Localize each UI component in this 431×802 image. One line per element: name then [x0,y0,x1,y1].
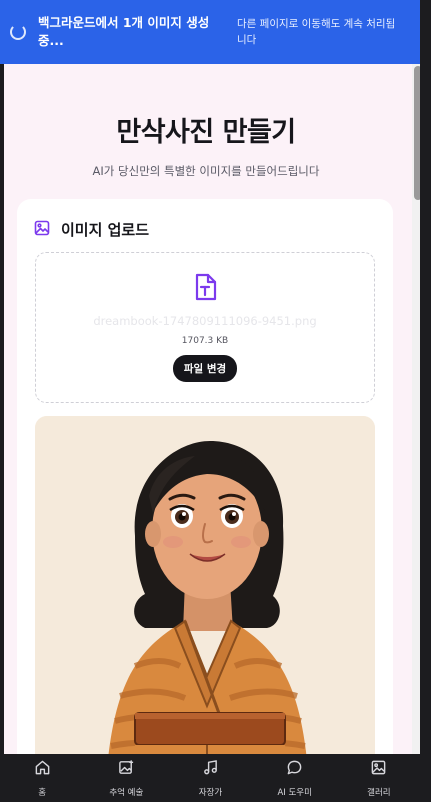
portrait-illustration [35,416,375,799]
page-subtitle: AI가 당신만의 특별한 이미지를 만들어드립니다 [92,164,320,178]
nav-item-gallery[interactable]: 갤러리 [337,754,421,802]
nav-label-home: 홈 [38,787,47,798]
gallery-icon [370,759,387,780]
file-text-icon [190,272,220,302]
nav-label-gallery: 갤러리 [367,787,391,798]
nav-item-lullaby[interactable]: 자장가 [168,754,252,802]
bottom-nav: 홈 추억 예술 자장가 AI 도우미 갤러리 [0,754,421,802]
loading-spinner-icon [10,24,26,40]
nav-item-memory-art[interactable]: 추억 예술 [84,754,168,802]
nav-item-ai-helper[interactable]: AI 도우미 [253,754,337,802]
file-name: dreambook-1747809111096-9451.png [93,314,317,328]
upload-card-header: 이미지 업로드 [34,219,149,240]
image-icon [34,220,50,240]
change-file-button[interactable]: 파일 변경 [173,355,237,382]
nav-item-home[interactable]: 홈 [0,754,84,802]
scrollbar-thumb[interactable] [414,66,420,200]
chat-bubble-icon [286,759,303,780]
image-plus-icon [118,759,135,780]
home-icon [34,759,51,780]
page-header: 만삭사진 만들기 AI가 당신만의 특별한 이미지를 만들어드립니다 [4,110,408,179]
background-task-note: 다른 페이지로 이동해도 계속 처리됩니다 [237,18,396,46]
background-task-status: 백그라운드에서 1개 이미지 생성 중... [38,15,210,48]
nav-label-memory-art: 추억 예술 [109,787,144,798]
music-note-icon [202,759,219,780]
upload-card: 이미지 업로드 dreambook-1747809111096-9451.png… [17,199,393,799]
nav-label-ai-helper: AI 도우미 [277,787,312,798]
nav-label-lullaby: 자장가 [198,787,223,798]
background-task-banner: 백그라운드에서 1개 이미지 생성 중... 다른 페이지로 이동해도 계속 처… [0,0,420,64]
upload-dropzone[interactable]: dreambook-1747809111096-9451.png 1707.3 … [35,252,375,403]
app-frame: 만삭사진 만들기 AI가 당신만의 특별한 이미지를 만들어드립니다 이미지 업… [4,0,420,802]
upload-card-title: 이미지 업로드 [61,221,150,239]
page-title: 만삭사진 만들기 [116,117,296,148]
image-preview [35,416,375,799]
file-size: 1707.3 KB [181,336,229,346]
